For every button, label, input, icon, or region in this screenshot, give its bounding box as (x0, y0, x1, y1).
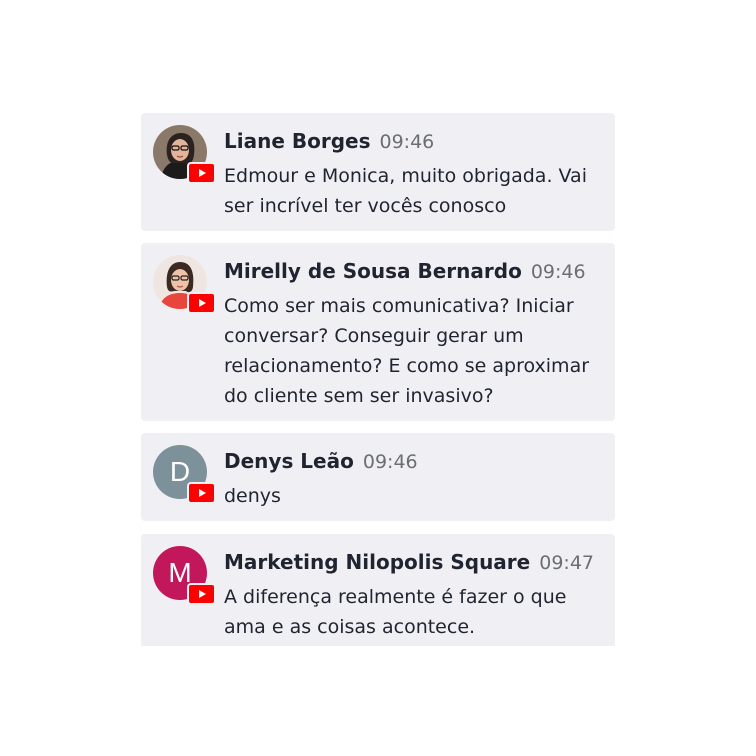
message-time: 09:46 (379, 131, 435, 153)
chat-message-list: Liane Borges 09:46 Edmour e Monica, muito… (141, 113, 615, 646)
message-time: 09:46 (530, 261, 586, 283)
message-text: Edmour e Monica, muito obrigada. Vai ser… (224, 165, 587, 217)
message-text: Como ser mais comunicativa? Iniciar conv… (224, 295, 590, 407)
message-header: Liane Borges 09:46 (224, 127, 607, 157)
chat-message: Liane Borges 09:46 Edmour e Monica, muito… (141, 113, 615, 231)
youtube-icon (187, 482, 216, 504)
message-header: Denys Leão 09:46 (224, 447, 607, 477)
message-text: denys (224, 485, 281, 507)
chat-message: Mirelly de Sousa Bernardo 09:46 Como ser … (141, 243, 615, 421)
chat-message: M Marketing Nilopolis Square 09:47 A dife… (141, 534, 615, 646)
author-name: Marketing Nilopolis Square (224, 550, 531, 574)
youtube-icon (187, 292, 216, 314)
youtube-icon (187, 583, 216, 605)
message-text: A diferença realmente é fazer o que ama … (224, 586, 567, 638)
author-name: Denys Leão (224, 449, 354, 473)
message-time: 09:47 (539, 552, 594, 574)
youtube-icon (187, 162, 216, 184)
author-name: Mirelly de Sousa Bernardo (224, 259, 522, 283)
author-name: Liane Borges (224, 129, 371, 153)
chat-message: D Denys Leão 09:46 denys (141, 433, 615, 521)
message-header: Mirelly de Sousa Bernardo 09:46 (224, 257, 607, 287)
message-header: Marketing Nilopolis Square 09:47 (224, 548, 607, 578)
message-time: 09:46 (362, 451, 418, 473)
